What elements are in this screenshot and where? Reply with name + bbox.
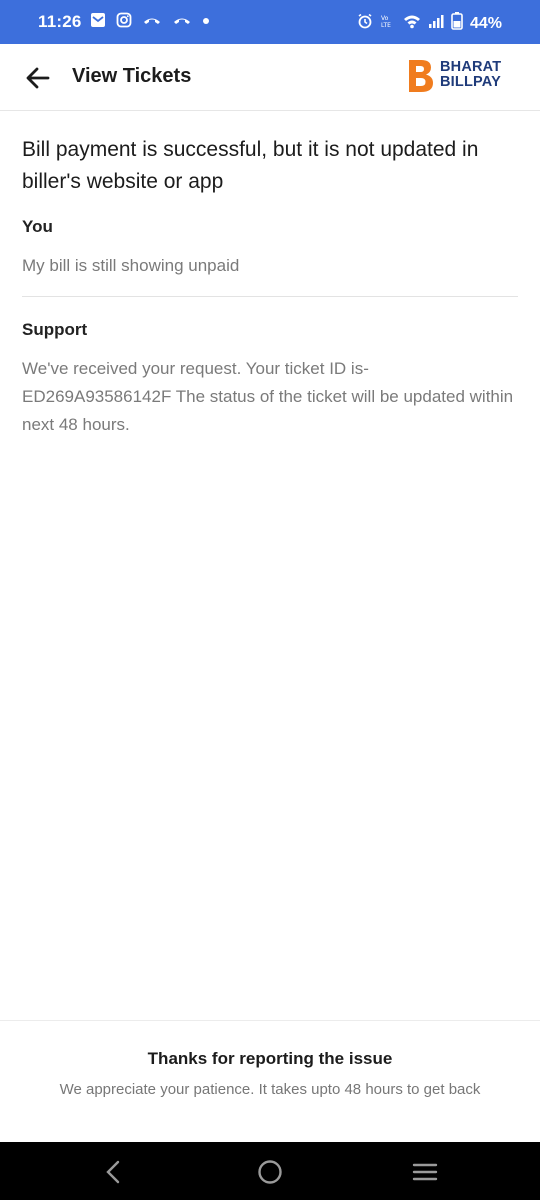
user-message: You My bill is still showing unpaid (22, 216, 522, 280)
nav-recents-button[interactable] (411, 1158, 439, 1186)
arrow-left-icon (26, 67, 50, 89)
notification-icons (90, 12, 210, 33)
logo-text-line1: BHARAT (440, 59, 502, 75)
nav-back-button[interactable] (100, 1158, 128, 1186)
system-icons: Vo LTE 44% (357, 12, 502, 35)
battery-icon (451, 12, 463, 35)
nav-home-button[interactable] (256, 1158, 284, 1186)
missed-call-icon-2 (172, 12, 192, 33)
message-text: My bill is still showing unpaid (22, 256, 240, 275)
divider (22, 296, 518, 297)
svg-text:LTE: LTE (381, 22, 391, 29)
svg-text:Vo: Vo (381, 15, 389, 22)
message-author: You (22, 217, 53, 236)
battery-percent: 44% (469, 14, 502, 32)
alarm-icon (357, 13, 373, 34)
wifi-icon (403, 13, 421, 34)
confirmation-title: Thanks for reporting the issue (147, 1049, 393, 1068)
support-message: Support We've received your request. You… (22, 319, 522, 439)
mail-icon (90, 12, 106, 33)
menu-lines-icon (412, 1163, 438, 1181)
status-bar: 11:26 Vo LTE 44% (0, 0, 540, 44)
instagram-icon (116, 12, 132, 33)
page-title: View Tickets (72, 65, 192, 87)
volte-icon: Vo LTE (380, 13, 396, 34)
chevron-left-icon (106, 1160, 120, 1184)
signal-icon (428, 13, 444, 34)
bharat-billpay-logo: BHARAT BILLPAY (406, 58, 514, 96)
circle-home-icon (258, 1160, 282, 1184)
app-header: View Tickets BHARAT BILLPAY (0, 44, 540, 111)
missed-call-icon (142, 12, 162, 33)
bbps-b-logo-icon (409, 60, 433, 92)
confirmation-subtitle: We appreciate your patience. It takes up… (59, 1081, 481, 1098)
back-button[interactable] (22, 62, 54, 94)
message-author: Support (22, 320, 88, 339)
confirmation-panel: Thanks for reporting the issue We apprec… (0, 1020, 540, 1143)
ticket-topic: Bill payment is successful, but it is no… (22, 138, 479, 193)
more-notifications-dot-icon (202, 12, 210, 33)
status-time: 11:26 (38, 12, 82, 31)
logo-text-line2: BILLPAY (440, 74, 502, 90)
message-text: We've received your request. Your ticket… (22, 359, 514, 434)
ticket-thread: Bill payment is successful, but it is no… (22, 134, 522, 439)
system-navigation-bar (0, 1142, 540, 1200)
